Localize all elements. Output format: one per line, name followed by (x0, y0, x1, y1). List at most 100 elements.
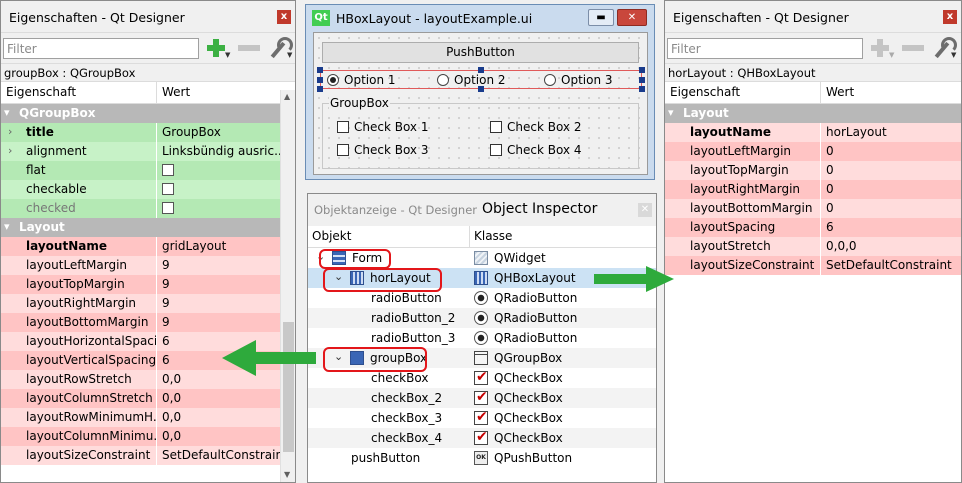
remove-property-icon[interactable] (902, 45, 924, 51)
header-property[interactable]: Eigenschaft (6, 85, 76, 99)
form-canvas[interactable]: PushButton Option 1 Option 2 Option 3 Gr… (313, 32, 648, 175)
property-row[interactable]: layoutRowMinimumH... 0,0 (1, 408, 280, 427)
property-row[interactable]: layoutRightMargin 0 (665, 180, 961, 199)
property-value[interactable]: 0,0 (162, 410, 280, 424)
chevron-right-icon[interactable]: › (8, 144, 12, 157)
property-row[interactable]: checked (1, 199, 280, 218)
close-icon[interactable]: x (277, 10, 291, 24)
selection-handle[interactable] (317, 77, 323, 83)
property-group-header[interactable]: ▾ QGroupBox (1, 104, 280, 123)
tree-row[interactable]: checkBox_4 QCheckBox (308, 428, 656, 448)
chevron-right-icon[interactable]: › (8, 125, 12, 138)
add-property-icon[interactable] (869, 37, 891, 59)
minimize-icon[interactable]: ▬ (588, 9, 614, 26)
scroll-up-icon[interactable]: ▲ (284, 92, 290, 101)
property-row[interactable]: layoutLeftMargin 9 (1, 256, 280, 275)
property-row[interactable]: layoutColumnStretch 0,0 (1, 389, 280, 408)
scroll-down-icon[interactable]: ▼ (284, 470, 290, 479)
property-value[interactable]: 9 (162, 315, 280, 329)
property-value[interactable]: 9 (162, 296, 280, 310)
tree-row[interactable]: checkBox_2 QCheckBox (308, 388, 656, 408)
property-value[interactable]: Linksbündig ausric... (162, 144, 280, 158)
selection-handle[interactable] (639, 67, 645, 73)
property-value[interactable]: 0,0,0 (826, 239, 956, 253)
radio-checked-icon[interactable] (327, 74, 339, 86)
checkbox-icon[interactable] (337, 121, 349, 133)
property-value[interactable]: 0 (826, 163, 956, 177)
selection-handle[interactable] (639, 77, 645, 83)
wrench-icon[interactable] (931, 37, 957, 59)
property-row[interactable]: layoutSizeConstraint SetDefaultConstraint (665, 256, 961, 275)
property-value[interactable]: SetDefaultConstraint (826, 258, 956, 272)
property-row[interactable]: checkable (1, 180, 280, 199)
header-object[interactable]: Objekt (312, 229, 351, 243)
selection-handle[interactable] (317, 86, 323, 92)
header-class[interactable]: Klasse (474, 229, 512, 243)
property-value[interactable]: 9 (162, 258, 280, 272)
close-icon[interactable]: ✕ (617, 9, 647, 26)
property-row[interactable]: layoutTopMargin 9 (1, 275, 280, 294)
left-filter-input[interactable] (3, 38, 199, 59)
header-property[interactable]: Eigenschaft (670, 85, 740, 99)
property-value[interactable]: 0,0 (162, 429, 280, 443)
tree-row[interactable]: radioButton_2 QRadioButton (308, 308, 656, 328)
property-value[interactable]: 0 (826, 144, 956, 158)
property-group-header[interactable]: ▾ Layout (1, 218, 280, 237)
property-row[interactable]: layoutSpacing 6 (665, 218, 961, 237)
chevron-down-icon[interactable]: ▾ (4, 106, 10, 119)
property-value[interactable]: 0 (826, 201, 956, 215)
radio-unchecked-icon[interactable] (437, 74, 449, 86)
property-value[interactable]: horLayout (826, 125, 956, 139)
remove-property-icon[interactable] (238, 45, 260, 51)
chevron-down-icon[interactable]: ▾ (668, 106, 674, 119)
right-filter-input[interactable] (667, 38, 863, 59)
property-row[interactable]: flat (1, 161, 280, 180)
property-value[interactable]: 6 (826, 220, 956, 234)
property-row[interactable]: layoutLeftMargin 0 (665, 142, 961, 161)
property-value[interactable]: 0 (826, 182, 956, 196)
property-row[interactable]: › title GroupBox (1, 123, 280, 142)
property-row[interactable]: layoutStretch 0,0,0 (665, 237, 961, 256)
groupbox-frame[interactable] (322, 103, 639, 169)
property-row[interactable]: layoutColumnMinimu... 0,0 (1, 427, 280, 446)
property-row[interactable]: layoutName horLayout (665, 123, 961, 142)
close-icon[interactable]: x (943, 10, 957, 24)
property-row[interactable]: layoutTopMargin 0 (665, 161, 961, 180)
radio-unchecked-icon[interactable] (544, 74, 556, 86)
property-value[interactable]: gridLayout (162, 239, 280, 253)
checkbox-icon[interactable] (162, 164, 174, 176)
checkbox-icon[interactable] (162, 202, 174, 214)
tree-row[interactable]: checkBox_3 QCheckBox (308, 408, 656, 428)
checkbox-icon[interactable] (162, 183, 174, 195)
wrench-icon[interactable] (267, 37, 293, 59)
property-value[interactable]: SetDefaultConstraint (162, 448, 280, 462)
selection-handle[interactable] (639, 86, 645, 92)
dropdown-arrow-icon[interactable]: ▼ (951, 51, 956, 59)
dropdown-arrow-icon[interactable]: ▼ (287, 51, 292, 59)
dropdown-arrow-icon[interactable]: ▼ (889, 51, 894, 59)
left-scrollbar[interactable]: ▲ ▼ (280, 90, 295, 482)
tree-row[interactable]: pushButton OK QPushButton (308, 448, 656, 468)
add-property-icon[interactable] (205, 37, 227, 59)
property-row[interactable]: layoutName gridLayout (1, 237, 280, 256)
property-group-header[interactable]: ▾ Layout (665, 104, 961, 123)
property-row[interactable]: layoutRightMargin 9 (1, 294, 280, 313)
selection-handle[interactable] (317, 67, 323, 73)
push-button[interactable]: PushButton (322, 42, 639, 63)
header-value[interactable]: Wert (162, 85, 190, 99)
tree-row[interactable]: radioButton_3 QRadioButton (308, 328, 656, 348)
checkbox-icon[interactable] (490, 144, 502, 156)
property-value[interactable]: 0,0 (162, 391, 280, 405)
header-value[interactable]: Wert (826, 85, 854, 99)
property-row[interactable]: › alignment Linksbündig ausric... (1, 142, 280, 161)
property-row[interactable]: layoutBottomMargin 0 (665, 199, 961, 218)
property-row[interactable]: layoutBottomMargin 9 (1, 313, 280, 332)
close-icon[interactable]: ✕ (638, 203, 652, 217)
checkbox-icon[interactable] (337, 144, 349, 156)
property-value[interactable]: GroupBox (162, 125, 280, 139)
dropdown-arrow-icon[interactable]: ▼ (225, 51, 230, 59)
property-value[interactable]: 9 (162, 277, 280, 291)
checkbox-icon[interactable] (490, 121, 502, 133)
property-row[interactable]: layoutSizeConstraint SetDefaultConstraint (1, 446, 280, 465)
chevron-down-icon[interactable]: ▾ (4, 220, 10, 233)
